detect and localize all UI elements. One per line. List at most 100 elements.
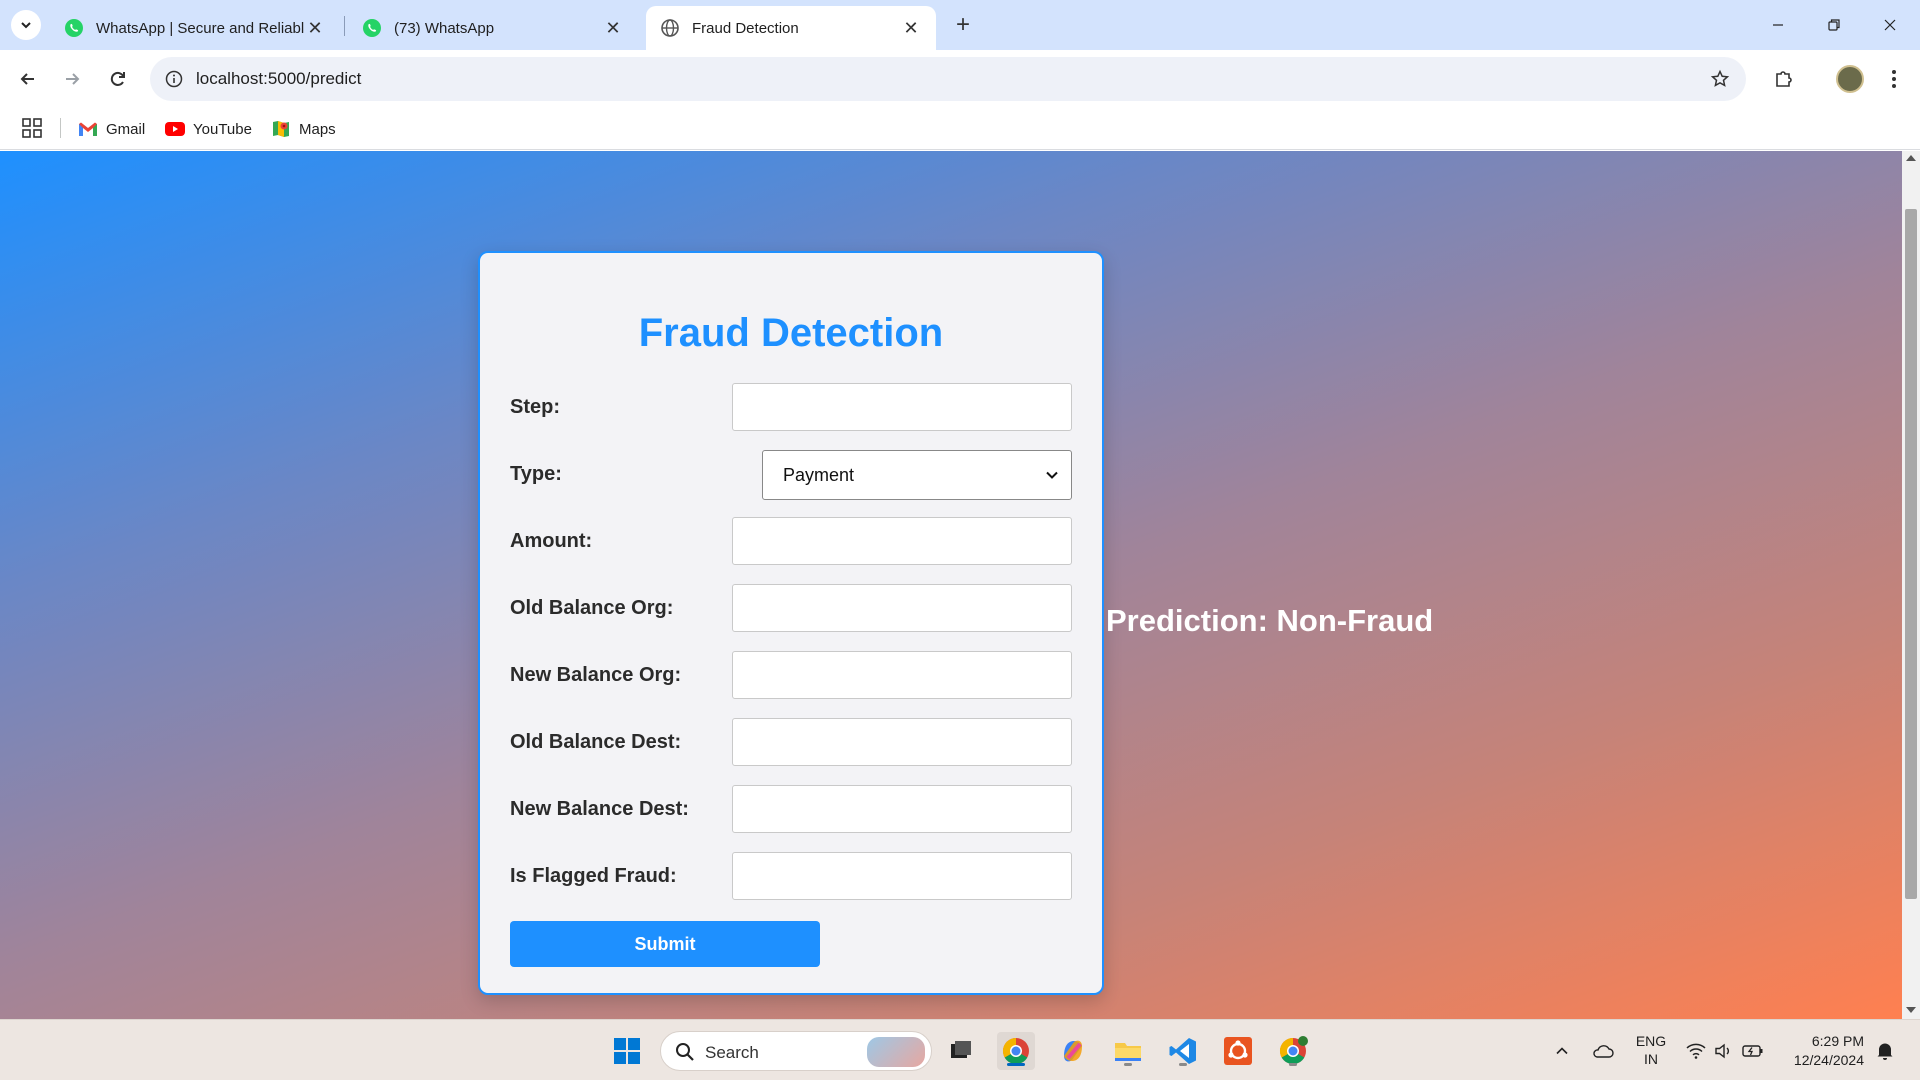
bookmark-label: Maps: [299, 120, 336, 138]
taskbar-search[interactable]: Search: [660, 1031, 932, 1071]
file-explorer-button[interactable]: [1109, 1032, 1147, 1070]
minimize-button[interactable]: [1750, 0, 1806, 50]
windows-logo-icon: [614, 1038, 640, 1064]
chrome-icon: [1002, 1037, 1029, 1065]
new-balance-org-input[interactable]: [732, 651, 1072, 699]
language-indicator[interactable]: ENG IN: [1634, 1032, 1668, 1068]
search-icon: [676, 1043, 694, 1061]
form-row-amount: Amount:: [510, 517, 1074, 565]
show-hidden-icons-button[interactable]: [1550, 1020, 1574, 1080]
forward-button[interactable]: [54, 61, 90, 97]
chevron-up-icon: [1556, 1046, 1568, 1054]
search-label: Search: [705, 1043, 759, 1062]
onedrive-button[interactable]: [1588, 1020, 1618, 1080]
copilot-button[interactable]: [1054, 1032, 1092, 1070]
tab-whatsapp-secure[interactable]: WhatsApp | Secure and Reliable ✕: [50, 6, 340, 50]
old-balance-dest-input[interactable]: [732, 718, 1072, 766]
step-label: Step:: [510, 396, 560, 418]
search-highlight-image: [867, 1037, 925, 1067]
reload-button[interactable]: [100, 61, 136, 97]
close-icon[interactable]: ✕: [304, 17, 326, 39]
clock-time: 6:29 PM: [1811, 1033, 1864, 1049]
close-icon: [1884, 19, 1896, 31]
start-button[interactable]: [608, 1032, 646, 1070]
reload-icon: [110, 71, 125, 86]
url-text[interactable]: localhost:5000/predict: [196, 69, 361, 89]
ubuntu-button[interactable]: [1219, 1032, 1257, 1070]
task-view-icon: [951, 1041, 971, 1058]
submit-button[interactable]: Submit: [510, 921, 820, 967]
youtube-icon: [165, 120, 185, 138]
tab-strip: WhatsApp | Secure and Reliable ✕ (73) Wh…: [0, 0, 1920, 50]
close-icon[interactable]: ✕: [602, 17, 624, 39]
vscode-button[interactable]: [1164, 1032, 1202, 1070]
chevron-down-icon: [1046, 471, 1058, 479]
type-select[interactable]: Payment: [762, 450, 1072, 500]
bookmarks-divider: [60, 118, 61, 138]
amount-input[interactable]: [732, 517, 1072, 565]
bookmark-youtube[interactable]: YouTube: [165, 116, 252, 142]
windows-taskbar: Search ENG IN 6:29 PM 12/24/2024: [0, 1019, 1920, 1080]
fraud-detection-form: Fraud Detection Step: Type: Payment Amou…: [478, 251, 1104, 995]
new-balance-dest-input[interactable]: [732, 785, 1072, 833]
arrow-right-icon: [66, 73, 80, 85]
site-info-icon[interactable]: [162, 67, 186, 91]
scroll-down-arrow-icon[interactable]: [1906, 1007, 1916, 1013]
region-code: IN: [1644, 1051, 1658, 1067]
running-indicator: [1179, 1063, 1187, 1066]
scroll-up-arrow-icon[interactable]: [1906, 155, 1916, 161]
taskbar-clock[interactable]: 6:29 PM 12/24/2024: [1784, 1032, 1864, 1070]
scrollbar-thumb[interactable]: [1905, 209, 1917, 899]
wifi-icon: [1686, 1043, 1706, 1059]
volume-button[interactable]: [1712, 1020, 1736, 1080]
form-row-old-balance-org: Old Balance Org:: [510, 584, 1074, 632]
cloud-icon: [1593, 1044, 1614, 1058]
apps-grid-icon[interactable]: [20, 116, 44, 140]
task-view-button[interactable]: [942, 1032, 980, 1070]
browser-menu-button[interactable]: [1876, 61, 1912, 97]
form-row-type: Type: Payment: [510, 450, 1074, 500]
new-tab-button[interactable]: +: [948, 10, 978, 40]
old-balance-org-label: Old Balance Org:: [510, 597, 674, 619]
form-title: Fraud Detection: [638, 311, 944, 355]
bell-icon: [1877, 1043, 1893, 1060]
minimize-icon: [1773, 24, 1783, 26]
profile-avatar[interactable]: [1836, 65, 1864, 93]
old-balance-org-input[interactable]: [732, 584, 1072, 632]
clock-date: 12/24/2024: [1793, 1052, 1864, 1068]
bookmark-gmail[interactable]: Gmail: [78, 116, 145, 142]
battery-charging-icon: [1742, 1044, 1763, 1057]
close-icon[interactable]: ✕: [900, 17, 922, 39]
wifi-button[interactable]: [1684, 1020, 1708, 1080]
close-window-button[interactable]: [1862, 0, 1918, 50]
tab-title: (73) WhatsApp: [394, 19, 495, 37]
puzzle-icon: [1776, 71, 1792, 87]
bookmarks-bar: Gmail YouTube Maps: [0, 108, 1920, 150]
whatsapp-icon: [363, 19, 381, 37]
amount-label: Amount:: [510, 530, 593, 552]
bookmark-maps[interactable]: Maps: [271, 116, 336, 142]
chrome-profile-taskbar-button[interactable]: [1274, 1032, 1312, 1070]
bookmark-label: YouTube: [193, 120, 252, 138]
back-button[interactable]: [10, 61, 46, 97]
is-flagged-fraud-input[interactable]: [732, 852, 1072, 900]
tab-whatsapp[interactable]: (73) WhatsApp ✕: [348, 6, 638, 50]
gmail-icon: [78, 120, 98, 138]
tab-search-button[interactable]: [11, 10, 41, 40]
old-balance-dest-label: Old Balance Dest:: [510, 731, 682, 753]
battery-button[interactable]: [1740, 1020, 1766, 1080]
restore-button[interactable]: [1806, 0, 1862, 50]
running-indicator: [1124, 1063, 1132, 1066]
bookmark-star-icon[interactable]: [1708, 67, 1732, 91]
restore-icon: [1828, 19, 1840, 31]
notifications-button[interactable]: [1872, 1020, 1898, 1080]
page-scrollbar[interactable]: [1902, 151, 1920, 1019]
more-vertical-icon: [1892, 70, 1896, 88]
step-input[interactable]: [732, 383, 1072, 431]
language-code: ENG: [1635, 1033, 1667, 1049]
arrow-left-icon: [20, 73, 34, 85]
tab-fraud-detection[interactable]: Fraud Detection ✕: [646, 6, 936, 50]
address-bar[interactable]: localhost:5000/predict: [150, 57, 1746, 101]
extensions-button[interactable]: [1766, 61, 1802, 97]
chrome-taskbar-button[interactable]: [997, 1032, 1035, 1070]
